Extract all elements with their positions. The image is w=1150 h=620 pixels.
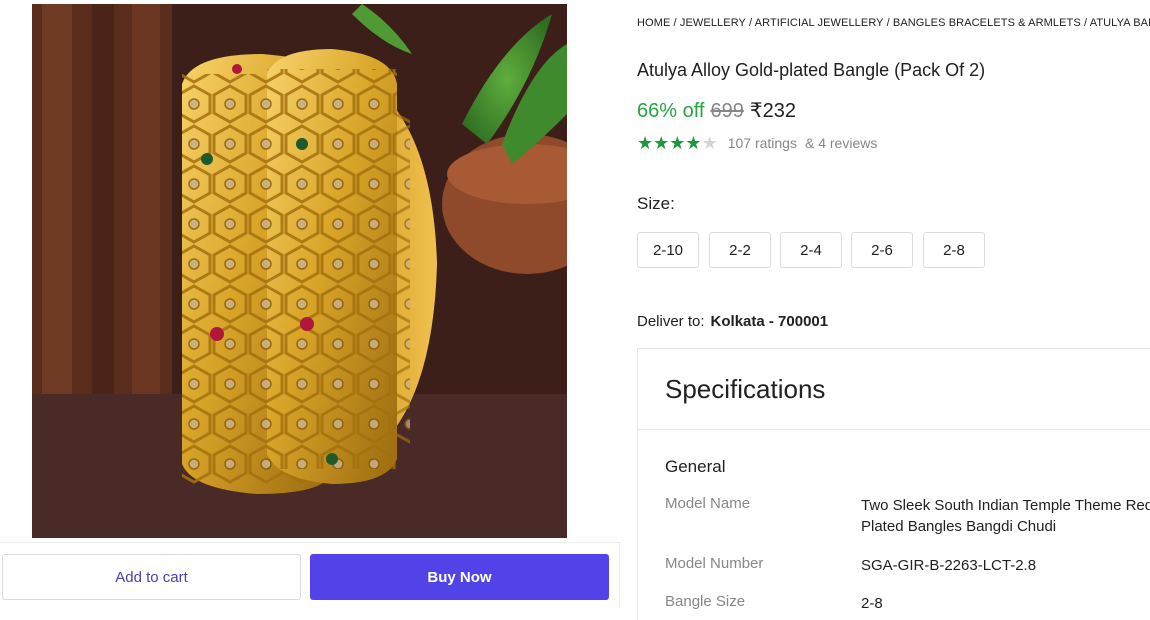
bangle-photo-illustration <box>32 4 567 538</box>
spec-key-model-name: Model Name <box>665 495 751 512</box>
reviews-count[interactable]: & 4 reviews <box>805 135 877 151</box>
breadcrumb-jewellery[interactable]: JEWELLERY <box>680 17 746 29</box>
specifications-title: Specifications <box>665 374 826 404</box>
star-filled-icon: ★ <box>637 133 654 153</box>
rating-row: ★ ★ ★ ★ ★ 107 ratings & 4 reviews <box>637 134 877 152</box>
size-option-2-8[interactable]: 2-8 <box>923 232 985 268</box>
spec-divider <box>638 429 1150 430</box>
ratings-count[interactable]: 107 ratings <box>728 135 797 151</box>
size-label: Size: <box>637 194 675 213</box>
discount-badge: 66% off <box>637 100 705 122</box>
size-option-2-10[interactable]: 2-10 <box>637 232 699 268</box>
star-filled-icon: ★ <box>653 133 670 153</box>
buy-now-button[interactable]: Buy Now <box>310 554 609 600</box>
breadcrumb-artificial-jewellery[interactable]: ARTIFICIAL JEWELLERY <box>755 17 884 29</box>
price-row: 66% off 699 ₹232 <box>637 98 796 123</box>
spec-key-model-number: Model Number <box>665 555 764 572</box>
breadcrumb-separator: / <box>1080 17 1090 29</box>
star-filled-icon: ★ <box>685 133 702 153</box>
add-to-cart-button[interactable]: Add to cart <box>2 554 301 600</box>
star-filled-icon: ★ <box>669 133 686 153</box>
breadcrumb-separator: / <box>745 17 755 29</box>
star-empty-icon: ★ <box>701 133 718 153</box>
original-price: 699 <box>710 100 744 122</box>
spec-value-bangle-size: 2-8 <box>861 595 883 612</box>
breadcrumb-home[interactable]: HOME <box>637 17 670 29</box>
breadcrumb-separator: / <box>670 17 680 29</box>
delivery-row[interactable]: Deliver to: Kolkata - 700001 <box>637 313 828 330</box>
size-option-2-6[interactable]: 2-6 <box>851 232 913 268</box>
rating-stars: ★ ★ ★ ★ ★ <box>637 134 718 152</box>
sale-price: ₹232 <box>749 100 796 122</box>
spec-section-general: General <box>665 457 726 476</box>
spec-value-model-name: Two Sleek South Indian Temple Theme Red … <box>861 497 1150 535</box>
spec-value-model-number: SGA-GIR-B-2263-LCT-2.8 <box>861 557 1037 574</box>
spec-key-bangle-size: Bangle Size <box>665 593 746 610</box>
breadcrumb: HOME / JEWELLERY / ARTIFICIAL JEWELLERY … <box>637 17 1150 29</box>
size-option-2-4[interactable]: 2-4 <box>780 232 842 268</box>
breadcrumb-brand[interactable]: ATULYA BANGLES <box>1090 17 1150 29</box>
product-image[interactable] <box>32 4 567 538</box>
product-title: Atulya Alloy Gold-plated Bangle (Pack Of… <box>637 60 986 80</box>
specifications-card: Specifications General Model Name Two Sl… <box>637 348 1150 620</box>
size-option-2-2[interactable]: 2-2 <box>709 232 771 268</box>
breadcrumb-separator: / <box>883 17 893 29</box>
breadcrumb-bangles[interactable]: BANGLES BRACELETS & ARMLETS <box>893 17 1081 29</box>
deliver-to-label: Deliver to: <box>637 313 705 330</box>
delivery-location[interactable]: Kolkata - 700001 <box>711 313 829 330</box>
action-bar: Add to cart Buy Now <box>0 542 620 608</box>
